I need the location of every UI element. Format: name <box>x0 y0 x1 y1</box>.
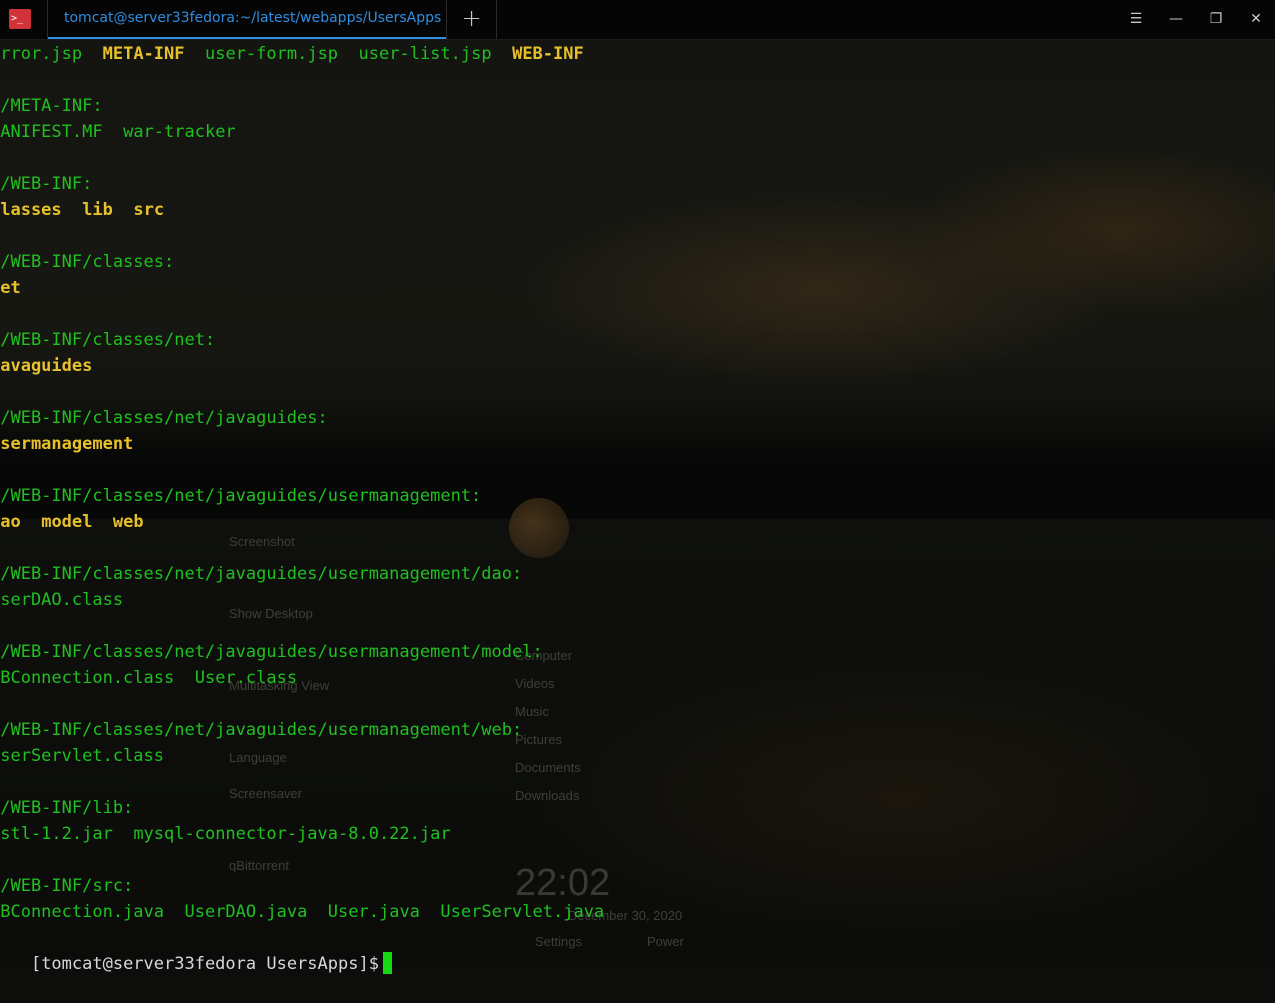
tab-title: tomcat@server33fedora:~/latest/webapps/U… <box>64 10 442 26</box>
terminal-line: ./WEB-INF/lib: <box>0 795 133 821</box>
file-entry: ./WEB-INF: <box>0 174 93 194</box>
tab-active-terminal[interactable]: tomcat@server33fedora:~/latest/webapps/U… <box>47 0 447 39</box>
file-entry: mysql-connector-java-8.0.22.jar <box>133 824 451 844</box>
directory-entry: usermanagement <box>0 434 134 454</box>
file-entry: ./WEB-INF/classes/net/javaguides: <box>0 408 328 428</box>
terminal-line: net <box>0 275 21 301</box>
file-entry: jstl-1.2.jar <box>0 824 113 844</box>
text-cursor <box>382 952 392 974</box>
file-entry: ./WEB-INF/lib: <box>0 798 134 818</box>
file-entry: ./WEB-INF/classes: <box>0 252 175 272</box>
restore-icon[interactable]: ❐ <box>1204 7 1228 31</box>
new-tab-button[interactable]: + <box>447 0 497 39</box>
directory-entry: src <box>133 200 165 220</box>
terminal-line: ./WEB-INF/classes/net/javaguides/userman… <box>0 717 522 743</box>
file-entry: ./WEB-INF/classes/net/javaguides/userman… <box>0 486 482 506</box>
terminal-line: ./WEB-INF/classes/net/javaguides/userman… <box>0 561 522 587</box>
file-entry: DBConnection.class <box>0 668 175 688</box>
terminal-line: DBConnection.class User.class <box>0 665 297 691</box>
terminal-line: ./META-INF: <box>0 93 103 119</box>
terminal-line: classes lib src <box>0 197 164 223</box>
file-entry: ./WEB-INF/classes/net/javaguides/userman… <box>0 720 523 740</box>
terminal-line: DBConnection.java UserDAO.java User.java… <box>0 899 604 925</box>
directory-entry: web <box>112 512 144 532</box>
terminal-app-icon[interactable]: >_ <box>9 9 31 29</box>
directory-entry: classes <box>0 200 62 220</box>
directory-entry: WEB-INF <box>512 44 584 64</box>
file-entry: UserDAO.class <box>0 590 124 610</box>
directory-entry: lib <box>82 200 113 220</box>
directory-entry: dao <box>0 512 21 532</box>
file-entry: ./WEB-INF/src: <box>0 876 134 896</box>
terminal-line: usermanagement <box>0 431 133 457</box>
minimize-icon[interactable]: — <box>1164 7 1188 31</box>
terminal-line: ./WEB-INF/classes/net/javaguides/userman… <box>0 483 481 509</box>
terminal-output[interactable]: Error.jsp META-INF user-form.jsp user-li… <box>0 39 1275 974</box>
file-entry: DBConnection.java <box>0 902 164 922</box>
terminal-line: ./WEB-INF/classes/net/javaguides/userman… <box>0 639 543 665</box>
directory-entry: model <box>41 512 93 532</box>
file-entry: user-list.jsp <box>358 44 492 64</box>
file-entry: UserServlet.class <box>0 746 164 766</box>
file-entry: war-tracker <box>123 122 236 142</box>
file-entry: ./WEB-INF/classes/net/javaguides/userman… <box>0 642 543 662</box>
terminal-line: ./WEB-INF/classes/net: <box>0 327 215 353</box>
terminal-line: UserServlet.class <box>0 743 164 769</box>
terminal-line: ./WEB-INF: <box>0 171 92 197</box>
file-entry: Error.jsp <box>0 44 83 64</box>
menu-icon[interactable]: ☰ <box>1124 7 1148 31</box>
file-entry: User.class <box>194 668 298 688</box>
file-entry: User.java <box>327 902 420 922</box>
close-icon[interactable]: ✕ <box>1244 7 1268 31</box>
terminal-line: MANIFEST.MF war-tracker <box>0 119 236 145</box>
file-entry: user-form.jsp <box>204 44 339 64</box>
prompt-line[interactable]: [tomcat@server33fedora UsersApps]$ <box>0 925 392 1003</box>
file-entry: UserServlet.java <box>440 902 605 922</box>
file-entry: ./WEB-INF/classes/net/javaguides/userman… <box>0 564 523 584</box>
terminal-line: ./WEB-INF/classes/net/javaguides: <box>0 405 328 431</box>
terminal-line: ./WEB-INF/src: <box>0 873 133 899</box>
directory-entry: META-INF <box>102 44 185 64</box>
shell-prompt: [tomcat@server33fedora UsersApps]$ <box>30 954 379 974</box>
terminal-line: Error.jsp META-INF user-form.jsp user-li… <box>0 41 584 67</box>
directory-entry: javaguides <box>0 356 93 376</box>
terminal-line: UserDAO.class <box>0 587 123 613</box>
file-entry: UserDAO.java <box>184 902 308 922</box>
directory-entry: net <box>0 278 21 298</box>
terminal-line: dao model web <box>0 509 144 535</box>
terminal-titlebar: >_ tomcat@server33fedora:~/latest/webapp… <box>0 0 1275 40</box>
file-entry: MANIFEST.MF <box>0 122 103 142</box>
terminal-line: jstl-1.2.jar mysql-connector-java-8.0.22… <box>0 821 451 847</box>
file-entry: ./META-INF: <box>0 96 103 116</box>
terminal-line: javaguides <box>0 353 92 379</box>
terminal-line: ./WEB-INF/classes: <box>0 249 174 275</box>
file-entry: ./WEB-INF/classes/net: <box>0 330 216 350</box>
